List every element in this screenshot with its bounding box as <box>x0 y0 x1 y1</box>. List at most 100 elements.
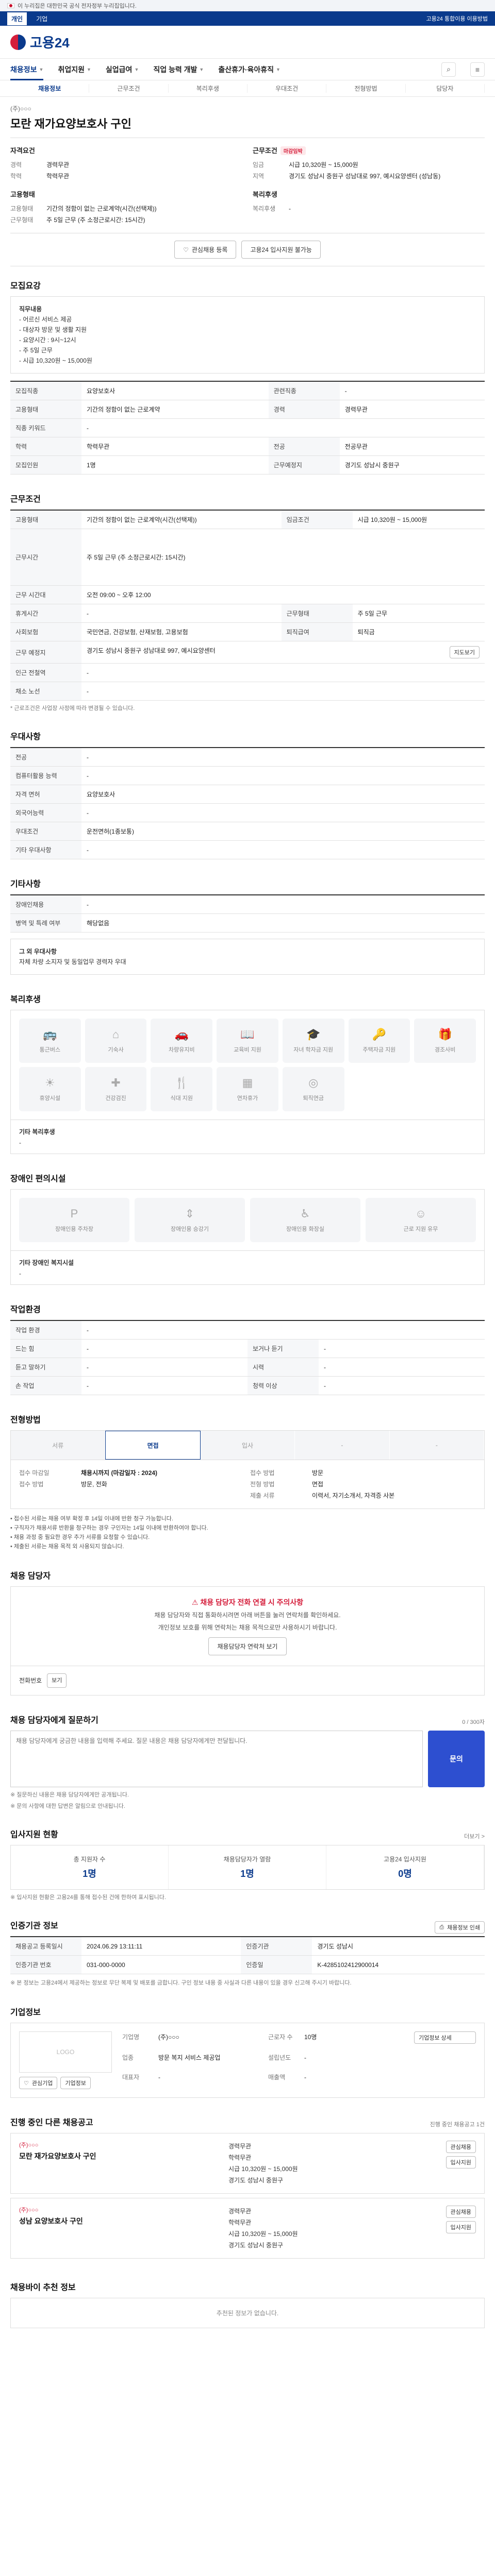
section-title: 장애인 편의시설 <box>10 1175 66 1183</box>
icon-card-label: 연차휴가 <box>237 1095 258 1101</box>
inquiry-form: 문의 <box>10 1731 485 1787</box>
table-row: 우대조건 운전면허(1종보통) <box>10 822 485 841</box>
apply-stats: 총 지원자 수 1명 채용담당자가 열람 1명 고용24 입사지원 0명 <box>10 1845 485 1890</box>
tab-conditions[interactable]: 근무조건 <box>89 84 169 93</box>
more-link[interactable]: 더보기 > <box>464 1832 485 1840</box>
elevator-icon: ⇕ <box>185 1207 195 1220</box>
nav-menu-jobs[interactable]: 채용정보 ▼ <box>10 64 44 80</box>
tab-company[interactable]: 기업 <box>32 12 52 25</box>
section-title: 우대사항 <box>10 733 41 741</box>
summary-row: 고용형태 기간의 정함이 없는 근로계약(시간(선택제)) <box>10 205 157 212</box>
listing-action-button[interactable]: 관심채용 <box>446 2141 476 2153</box>
inquiry-textarea[interactable] <box>10 1731 423 1787</box>
duty-box: 직무내용 - 어르신 서비스 제공 - 대상자 방문 및 생활 지원 - 요양시… <box>10 296 485 374</box>
company-row: 기업명 (주)○○○ <box>122 2033 179 2041</box>
scrap-button[interactable]: ♡ 관심채용 등록 <box>174 241 237 259</box>
tab-welfare[interactable]: 복리후생 <box>169 84 248 93</box>
listing-buttons: 관심채용입사지원 <box>404 2141 476 2186</box>
manager-box: ⚠ 채용 담당자 전화 연결 시 주의사항 채용 담당자와 직접 통화하시려면 … <box>10 1586 485 1666</box>
listing-meta-item: 경기도 성남시 중원구 <box>228 2177 284 2184</box>
view-phone-button[interactable]: 보기 <box>47 1673 67 1688</box>
tab-manager[interactable]: 담당자 <box>406 84 485 93</box>
nav-menu-benefit[interactable]: 실업급여 ▼ <box>106 64 139 75</box>
section-title: 채용바이 추천 정보 <box>10 2283 76 2292</box>
icon-card: P 장애인용 주차장 <box>19 1198 129 1242</box>
listing-action-button[interactable]: 입사지원 <box>446 2221 476 2233</box>
summary-heading: 고용형태 <box>10 191 35 198</box>
apply-status-note: ※ 입사지원 현황은 고용24를 통해 접수된 건에 한하여 표시됩니다. <box>10 1894 166 1901</box>
nav-menu-leave[interactable]: 출산휴가·육아휴직 ▼ <box>218 64 280 75</box>
tab-recruit[interactable]: 채용정보 <box>10 84 90 93</box>
table-row: 채용공고 등록일시 2024.06.29 13:11:11 인증기관 경기도 성남시 <box>10 1937 485 1956</box>
company-name[interactable]: (주)○○○ <box>10 104 485 113</box>
info-head: 인증기관 정보 ⎙ 채용정보 인쇄 <box>10 1919 485 1936</box>
listing-title[interactable]: 모란 재가요양보호사 구인 <box>19 2151 223 2161</box>
apply-unavailable-button[interactable]: 고용24 입사지원 불가능 <box>241 241 321 259</box>
listing-action-button[interactable]: 입사지원 <box>446 2156 476 2168</box>
listing-action-button[interactable]: 관심채용 <box>446 2206 476 2218</box>
table-row: 학력 학력무관 전공 전공무관 <box>10 437 485 456</box>
gov-banner: 이 누리집은 대한민국 공식 전자정부 누리집입니다. <box>0 0 495 11</box>
duty-line: - 요양시간 : 9시~12시 <box>19 336 76 344</box>
list-item[interactable]: (주)○○○ 성남 요양보호사 구인 경력무관 학력무관 시급 10,320원 ~ 15… <box>10 2198 485 2259</box>
tab-process[interactable]: 전형방법 <box>326 84 406 93</box>
manager-section: 채용 담당자 ⚠ 채용 담당자 전화 연결 시 주의사항 채용 담당자와 직접 … <box>10 1556 485 1701</box>
tab-preference[interactable]: 우대조건 <box>248 84 327 93</box>
list-item[interactable]: (주)○○○ 모란 재가요양보호사 구인 경력무관 학력무관 시급 10,320원 ~ … <box>10 2133 485 2194</box>
summary-row: 지역 경기도 성남시 중원구 성남대로 997, 예시요양센터 (성남동) <box>253 173 441 180</box>
company-info-button[interactable]: 기업정보 <box>60 2077 91 2089</box>
conditions-table: 고용형태 기간의 정함이 없는 근로계약(시간(선택제)) 임금조건 시급 10,32… <box>10 510 485 701</box>
welfare-grid: 🚌 통근버스 ⌂ 기숙사 🚗 차량유지비 📖 교육비 지원 🎓 자녀 학자금 지원 🔑 주택자금 지원… <box>10 1010 485 1120</box>
table-row: 고용형태 기간의 정함이 없는 근로계약 경력 경력무관 <box>10 400 485 419</box>
nav-menu-support[interactable]: 취업지원 ▼ <box>58 64 91 75</box>
listing-meta: 경력무관 학력무관 시급 10,320원 ~ 15,000원 경기도 성남시 중원구 <box>228 2141 399 2186</box>
listing-company[interactable]: (주)○○○ <box>19 2206 223 2214</box>
usage-guide-link[interactable]: 고용24 통합이용 이용방법 <box>426 14 488 23</box>
search-icon[interactable]: ⌕ <box>441 62 456 77</box>
icon-card-label: 휴양시설 <box>39 1095 61 1101</box>
disability-sub: 기타 장애인 복지시설 - <box>10 1251 485 1285</box>
others-section: 기타사항 장애인채용 - 병역 및 특례 여부 해당없음 그 외 우대사항 자체 차… <box>10 865 485 980</box>
summary-left: 자격요건 경력 경력무관 학력 학력무관 고용형태 고용형태 기간의 정함이 없는 근… <box>10 145 242 226</box>
site-logo[interactable]: 고용24 <box>10 32 70 52</box>
heart-icon: ♡ <box>183 246 189 253</box>
listing-company[interactable]: (주)○○○ <box>19 2141 223 2149</box>
stat-total: 총 지원자 수 1명 <box>11 1845 169 1889</box>
listing-main: (주)○○○ 성남 요양보호사 구인 <box>19 2206 223 2251</box>
table-row: 인근 전철역 - <box>10 663 485 682</box>
listing-meta-item: 시급 10,320원 ~ 15,000원 <box>228 2230 298 2238</box>
view-contact-button[interactable]: 채용담당자 연락처 보기 <box>208 1637 287 1655</box>
icon-card: ☺ 근로 지원 유무 <box>366 1198 476 1242</box>
listing-buttons: 관심채용입사지원 <box>404 2206 476 2251</box>
deadline-badge: 마감임박 <box>280 146 306 155</box>
company-detail-button[interactable]: 기업정보 상세 <box>414 2031 476 2044</box>
process-row: 접수 마감일 채용시까지 (마감일자 : 2024) <box>19 1469 158 1477</box>
listing-meta-item: 시급 10,320원 ~ 15,000원 <box>228 2165 298 2173</box>
company-section: 기업정보 LOGO ♡ 관심기업 기업정보 기업명 (주)○○○ 근로자 수 10명 … <box>10 1993 485 2103</box>
toilet-icon: ♿ <box>300 1207 310 1220</box>
inquiry-submit-button[interactable]: 문의 <box>428 1731 485 1787</box>
map-button[interactable]: 지도보기 <box>449 646 480 658</box>
icon-card: 🎓 자녀 학자금 지원 <box>282 1019 344 1063</box>
table-row: 손 작업 - 청력 이상 - <box>10 1376 485 1395</box>
listing-title[interactable]: 성남 요양보호사 구인 <box>19 2216 223 2226</box>
section-title: 작업환경 <box>10 1306 41 1314</box>
section-title: 채용 담당자에게 질문하기 <box>10 1716 98 1725</box>
section-title: 근무조건 <box>10 495 41 504</box>
favorite-company-button[interactable]: ♡ 관심기업 <box>19 2077 58 2089</box>
process-left: 접수 마감일 채용시까지 (마감일자 : 2024) 접수 방법 방문, 전화 <box>19 1467 245 1501</box>
icon-card-label: 기숙사 <box>108 1047 124 1053</box>
calendar-icon: ▦ <box>242 1076 253 1089</box>
listing-main: (주)○○○ 모란 재가요양보호사 구인 <box>19 2141 223 2186</box>
chevron-down-icon: ▼ <box>39 66 44 72</box>
heart-icon: ♡ <box>24 2080 29 2087</box>
icon-card: ◎ 퇴직연금 <box>282 1067 344 1111</box>
manager-line: 채용 담당자와 직접 통화하시려면 아래 버튼을 눌러 연락처를 확인하세요. <box>154 1612 341 1619</box>
nav-menu-training[interactable]: 직업 능력 개발 ▼ <box>153 64 204 75</box>
menu-icon[interactable]: ≡ <box>470 62 485 77</box>
print-button[interactable]: ⎙ 채용정보 인쇄 <box>435 1921 485 1934</box>
related-list: (주)○○○ 모란 재가요양보호사 구인 경력무관 학력무관 시급 10,320원 ~ … <box>10 2133 485 2259</box>
chevron-down-icon: ▼ <box>134 66 139 72</box>
icon-card-label: 장애인용 화장실 <box>286 1226 324 1232</box>
tab-personal[interactable]: 개인 <box>7 12 27 25</box>
